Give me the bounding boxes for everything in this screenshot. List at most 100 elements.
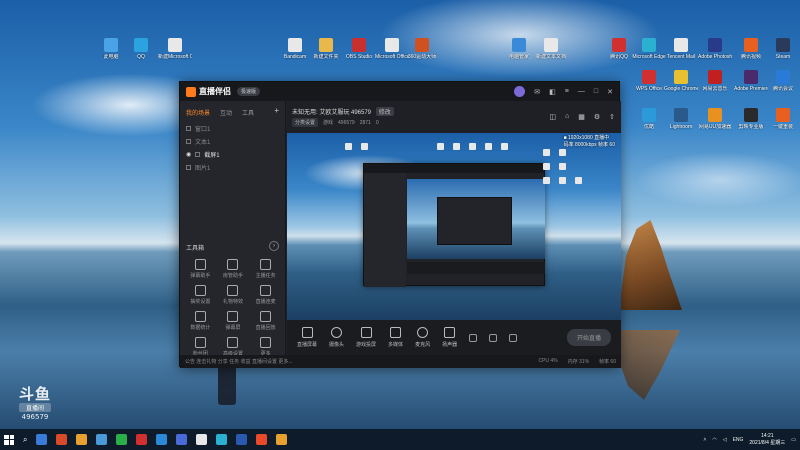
taskbar-app-icon[interactable] [196, 434, 208, 445]
desktop-icon[interactable]: 腾讯会议 [766, 70, 800, 92]
desktop-icon[interactable]: Bandicam [278, 38, 312, 60]
desktop-icon[interactable]: 剪映专业版 [734, 108, 768, 130]
desktop-icon[interactable]: 网易云音乐 [698, 70, 732, 92]
preview-desktop-icon [575, 177, 582, 184]
clip-icon[interactable] [489, 333, 498, 342]
toolbox-more-icon[interactable]: › [269, 241, 279, 251]
desktop-icon[interactable]: 电脑管家 [502, 38, 536, 60]
tool-item[interactable]: 主播任务 [249, 259, 282, 279]
desktop-icon[interactable]: OBS Studio [342, 38, 376, 60]
close-icon[interactable]: ✕ [607, 88, 613, 96]
menu-icon[interactable]: ≡ [565, 88, 569, 95]
tool-item[interactable]: 高级设置 [217, 337, 250, 357]
tab-tools[interactable]: 工具 [242, 108, 254, 117]
desktop-icon[interactable]: 新建Microsoft Office... [158, 38, 192, 60]
scene-item[interactable]: 窗口1 [180, 122, 285, 135]
microphone-button[interactable]: 麦克风 [415, 327, 430, 348]
scene-item[interactable]: 图片1 [180, 161, 285, 174]
taskbar-app-icon[interactable] [116, 434, 128, 445]
eye-icon[interactable]: ◉ [186, 151, 191, 158]
tool-item[interactable]: 弹幕屏 [217, 311, 250, 331]
gift-icon[interactable]: ◫ [549, 113, 556, 121]
tool-item[interactable]: 礼物特效 [217, 285, 250, 305]
version-badge[interactable]: 极速版 [237, 87, 261, 96]
tray-chevron-icon[interactable]: ˄ [703, 437, 706, 443]
tool-item[interactable]: 直播回放 [249, 311, 282, 331]
tool-item[interactable]: 抽奖设置 [184, 285, 217, 305]
record-icon[interactable] [469, 333, 478, 342]
tool-item[interactable]: 更多 [249, 337, 282, 357]
media-button[interactable]: 多媒体 [388, 327, 403, 348]
share-icon[interactable]: ⇧ [609, 113, 615, 121]
volume-icon[interactable]: ◁ [723, 437, 727, 443]
desktop-icon[interactable]: Google Chrome [664, 70, 698, 92]
tool-item[interactable]: 弹幕助手 [184, 259, 217, 279]
taskbar-app-icon[interactable] [256, 434, 268, 445]
clock[interactable]: 14:21 2021/8/4 星期三 [749, 433, 785, 447]
desktop-icon[interactable]: 此电脑 [94, 38, 128, 60]
taskbar-app-icon[interactable] [156, 434, 168, 445]
desktop-icon[interactable]: 优酷 [632, 108, 666, 130]
desktop-icon[interactable]: Lightroom [664, 108, 698, 130]
tool-label: 直播连麦 [255, 299, 276, 305]
windows-start-icon[interactable] [4, 434, 14, 445]
desktop-icon[interactable]: 新建文件夹 [309, 38, 343, 60]
skin-icon[interactable]: ◧ [549, 88, 556, 96]
search-icon[interactable]: ⌕ [23, 435, 27, 445]
desktop-icon[interactable]: 腾讯QQ [602, 38, 636, 60]
start-live-button[interactable]: 开始直播 [566, 329, 611, 346]
taskbar-app-icon[interactable] [56, 434, 68, 445]
desktop-icon[interactable]: Microsoft Edge [632, 38, 666, 60]
screen-capture-button[interactable]: 直播屏幕 [297, 327, 317, 348]
taskbar-app-icon[interactable] [236, 434, 248, 445]
avatar[interactable] [514, 86, 526, 97]
taskbar-app-icon[interactable] [36, 434, 48, 445]
add-scene-icon[interactable]: + [274, 107, 279, 117]
desktop-icon[interactable]: 腾讯视频 [734, 38, 768, 60]
taskbar-app-icon[interactable] [216, 434, 228, 445]
stream-preview[interactable]: ■ 1920x1080 直播中 码率 8000kbps 帧率 60 [287, 133, 621, 320]
network-icon[interactable]: ◠ [712, 437, 716, 443]
desktop-icon[interactable]: 一键重装 [766, 108, 800, 130]
tool-icon [260, 311, 272, 322]
scene-item[interactable]: ◉ 截屏1 [180, 148, 285, 161]
maximize-icon[interactable]: □ [594, 88, 598, 95]
minimize-icon[interactable]: — [578, 88, 585, 95]
taskbar-app-icon[interactable] [136, 434, 148, 445]
speaker-button[interactable]: 扬声器 [442, 327, 457, 348]
tool-item[interactable]: 房管助手 [217, 259, 250, 279]
tool-item[interactable]: 数据统计 [184, 311, 217, 331]
desktop-icon[interactable]: Adobe Premiere [734, 70, 768, 92]
edit-title-button[interactable]: 修改 [375, 107, 394, 116]
settings-icon[interactable]: ⚙ [594, 113, 600, 121]
tool-item[interactable]: 粉丝团 [184, 337, 217, 357]
gear-icon[interactable] [509, 333, 518, 342]
language-indicator[interactable]: ENG [733, 437, 744, 443]
taskbar-app-icon[interactable] [76, 434, 88, 445]
camera-button[interactable]: 摄像头 [329, 327, 344, 348]
tab-interact[interactable]: 互动 [220, 108, 232, 117]
tab-scenes[interactable]: 我的场景 [186, 108, 210, 117]
desktop-icon[interactable]: QQ [124, 38, 158, 60]
notification-icon[interactable]: ▭ [791, 437, 796, 443]
desktop-icon[interactable]: 网易UU加速器 [698, 108, 732, 130]
taskbar-app-icon[interactable] [96, 434, 108, 445]
desktop-icon[interactable]: 新建文本文档 [534, 38, 568, 60]
desktop-icon[interactable]: Adobe Photoshop [698, 38, 732, 60]
desktop-icon[interactable]: Tencent Mail [664, 38, 698, 60]
lock-icon[interactable]: ⌂ [565, 113, 569, 121]
chart-icon[interactable]: ▦ [578, 113, 585, 121]
game-cast-button[interactable]: 游戏投屏 [356, 327, 376, 348]
status-text[interactable]: 公告 连击礼物 分享 任务 收益 直播间设置 更多... [185, 358, 293, 365]
category-label[interactable]: 分类设置 [292, 118, 319, 127]
desktop-icon[interactable]: WPS Office [632, 70, 666, 92]
toolbox-title: 工具箱 [186, 246, 205, 252]
scene-item[interactable]: 文本1 [180, 135, 285, 148]
desktop-icon[interactable]: Microsoft Office [375, 38, 409, 60]
taskbar-app-icon[interactable] [276, 434, 288, 445]
desktop-icon[interactable]: Steam [766, 38, 800, 60]
desktop-icon[interactable]: 360驱动大师 [405, 38, 439, 60]
mail-icon[interactable]: ✉ [534, 88, 540, 96]
tool-item[interactable]: 直播连麦 [249, 285, 282, 305]
taskbar-app-icon[interactable] [176, 434, 188, 445]
